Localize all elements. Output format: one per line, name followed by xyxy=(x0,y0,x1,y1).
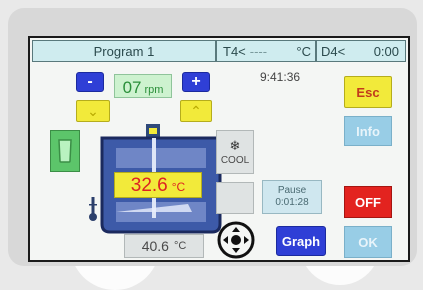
clock-display: 9:41:36 xyxy=(260,70,301,84)
graph-button[interactable]: Graph xyxy=(276,226,326,256)
sensor-temperature-unit: °C xyxy=(173,240,187,252)
sensor-temperature-display: 40.6 °C xyxy=(124,234,204,258)
program-tab[interactable]: Program 1 xyxy=(32,40,216,62)
speed-display: 07 rpm xyxy=(114,74,172,98)
chevron-up-icon: ⌃ xyxy=(190,102,202,119)
plus-label: + xyxy=(191,73,201,90)
t4-unit: °C xyxy=(296,43,311,59)
container-button[interactable] xyxy=(50,130,80,172)
pause-time: 0:01:28 xyxy=(275,197,309,208)
speed-decrease-button[interactable]: - xyxy=(76,72,104,92)
snowflake-icon: ❄ xyxy=(229,138,241,153)
ok-label: OK xyxy=(358,234,378,250)
program-label: Program 1 xyxy=(93,43,155,59)
minus-label: - xyxy=(87,73,93,90)
esc-button[interactable]: Esc xyxy=(344,76,392,108)
info-label: Info xyxy=(356,123,380,139)
vessel-graphic: 32.6 °C xyxy=(92,124,230,236)
sensor-temperature-value: 40.6 xyxy=(141,238,169,254)
t4-value: ---- xyxy=(249,43,268,59)
t4-label: T4< xyxy=(223,43,246,59)
beaker-icon xyxy=(58,139,72,163)
d4-field[interactable]: D4< 0:00 xyxy=(316,40,406,62)
d4-value: 0:00 xyxy=(373,43,399,59)
cool-button[interactable]: ❄ COOL xyxy=(216,130,254,174)
empty-slot-button[interactable] xyxy=(216,182,254,214)
off-button[interactable]: OFF xyxy=(344,186,392,218)
pause-label: Pause xyxy=(277,185,307,196)
speed-value: 07 xyxy=(122,78,142,97)
vessel-temperature-unit: °C xyxy=(171,180,186,194)
speed-down-arrow-button[interactable]: ⌄ xyxy=(76,100,110,122)
speed-increase-button[interactable]: + xyxy=(182,72,210,92)
graph-label: Graph xyxy=(281,233,321,249)
thermometer-icon xyxy=(88,196,98,222)
ok-button[interactable]: OK xyxy=(344,226,392,258)
speed-up-arrow-button[interactable]: ⌃ xyxy=(180,100,212,122)
vessel-temperature-display: 32.6 °C xyxy=(114,172,202,198)
vessel-temperature-value: 32.6 xyxy=(130,175,168,196)
info-button[interactable]: Info xyxy=(344,116,392,146)
t4-field[interactable]: T4< ---- °C xyxy=(216,40,316,62)
off-label: OFF xyxy=(355,194,381,210)
pause-button[interactable]: Pause 0:01:28 xyxy=(262,180,322,214)
speed-unit: rpm xyxy=(144,84,164,96)
navigation-dial[interactable] xyxy=(216,220,256,260)
cool-label: COOL xyxy=(220,155,250,166)
touch-screen: Program 1 T4< ---- °C D4< 0:00 - 07 rpm … xyxy=(28,36,410,262)
chevron-down-icon: ⌄ xyxy=(87,102,99,119)
d4-label: D4< xyxy=(321,43,346,59)
esc-label: Esc xyxy=(356,84,380,100)
dpad-icon xyxy=(217,221,255,259)
